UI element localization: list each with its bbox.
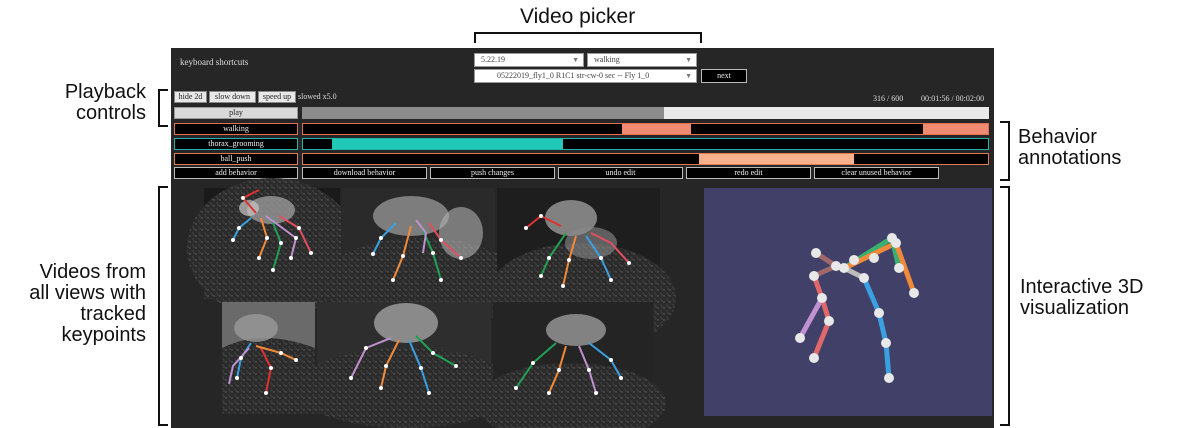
3d-skeleton	[795, 233, 919, 383]
videos-annotation: Videos from all views with tracked keypo…	[29, 261, 146, 346]
playback-controls-bracket	[158, 89, 168, 127]
app-panel: keyboard shortcuts 5.22.19 ▼ walking ▼ 0…	[171, 48, 994, 428]
3d-visualization-canvas[interactable]	[704, 188, 992, 416]
camera-view-6	[476, 302, 666, 428]
interactive-3d-annotation: Interactive 3D visualization	[1020, 276, 1144, 319]
video-picker-annotation: Video picker	[520, 5, 636, 28]
playback-controls-annotation: Playback controls	[64, 81, 146, 124]
videos-bracket	[158, 186, 168, 426]
video-picker-bracket	[474, 32, 702, 43]
behavior-annotations-annotation: Behavior annotations	[1018, 126, 1122, 169]
behavior-annotations-bracket	[1000, 121, 1010, 181]
interactive-3d-bracket	[1000, 186, 1010, 426]
